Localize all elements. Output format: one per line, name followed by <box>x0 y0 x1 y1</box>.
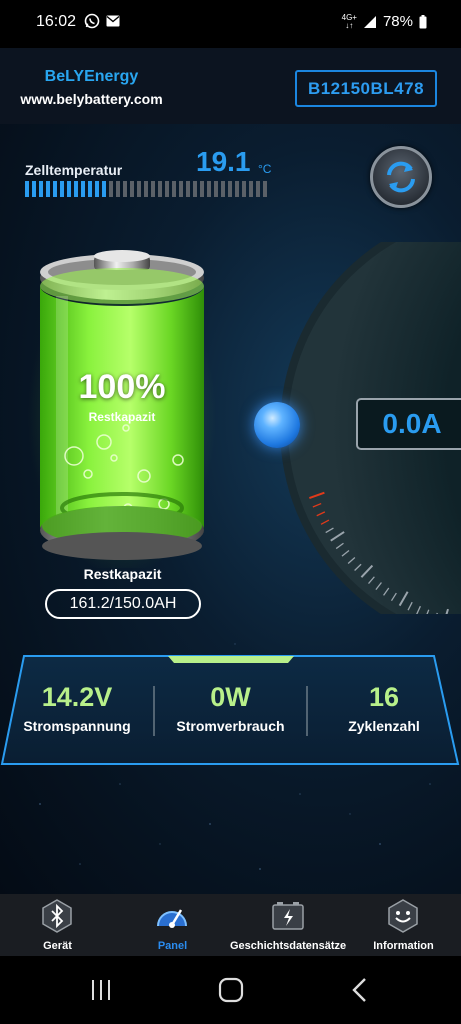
temperature-unit: °C <box>258 162 272 176</box>
temperature-bar-segment <box>67 181 71 197</box>
refresh-button[interactable] <box>370 146 432 208</box>
brand-url[interactable]: www.belybattery.com <box>0 91 183 107</box>
tab-device-label: Gerät <box>43 940 72 952</box>
battery-inner-label: Restkapazit <box>88 410 156 424</box>
temperature-bar-segment <box>256 181 260 197</box>
speedometer-icon <box>157 909 187 928</box>
brand-name: BeLYEnergy <box>44 68 139 85</box>
tab-history[interactable]: Geschichtsdatensätze <box>230 894 346 956</box>
temperature-bar-segment <box>144 181 148 197</box>
tab-device[interactable]: Gerät <box>0 894 115 956</box>
temperature-bar-segment <box>207 181 211 197</box>
cycles-value: 16 <box>368 682 400 712</box>
tab-panel[interactable]: Panel <box>115 894 230 956</box>
temperature-bar-segment <box>25 181 29 197</box>
system-navigation-bar <box>0 956 461 1024</box>
network-indicator: 4G+ ↓↑ <box>342 13 357 30</box>
remaining-capacity-title: Restkapazit <box>83 566 162 582</box>
temperature-bar-segment <box>32 181 36 197</box>
temperature-bar-segment <box>95 181 99 197</box>
device-id-button[interactable]: B12150BL478 <box>295 70 437 107</box>
temperature-bar-segment <box>109 181 113 197</box>
smiley-icon <box>388 899 418 933</box>
gauge-knob <box>254 402 300 448</box>
voltage-label: Stromspannung <box>23 718 131 734</box>
temperature-bar-segment <box>116 181 120 197</box>
power-label: Stromverbrauch <box>176 718 285 734</box>
app-header: BeLYEnergy www.belybattery.com B12150BL4… <box>0 48 461 124</box>
signal-icon <box>363 15 376 28</box>
battery-percent-display: 100% <box>78 368 166 406</box>
status-bar: 16:02 4G+ ↓↑ 78% <box>0 0 461 48</box>
temperature-bar-segment <box>102 181 106 197</box>
stat-cycles: 16 Zyklenzahl <box>307 652 461 766</box>
temperature-bar-segment <box>130 181 134 197</box>
temperature-bar-segment <box>172 181 176 197</box>
temperature-bar-segment <box>221 181 225 197</box>
temperature-bar <box>25 181 267 197</box>
tab-information-label: Information <box>373 940 434 952</box>
tab-information[interactable]: Information <box>346 894 461 956</box>
data-arrows-icon: ↓↑ <box>345 20 354 30</box>
power-value: 0W <box>210 682 251 712</box>
remaining-capacity-value: 161.2/150.0AH <box>45 589 201 619</box>
temperature-bar-segment <box>249 181 253 197</box>
recent-apps-icon[interactable] <box>89 978 113 1002</box>
whatsapp-icon <box>84 13 100 29</box>
cycles-label: Zyklenzahl <box>348 718 420 734</box>
stats-panel: 14.2V Stromspannung 0W Stromverbrauch 16… <box>0 652 461 766</box>
temperature-bar-segment <box>165 181 169 197</box>
temperature-bar-segment <box>137 181 141 197</box>
temperature-bar-segment <box>242 181 246 197</box>
temperature-bar-segment <box>200 181 204 197</box>
temperature-bar-segment <box>263 181 267 197</box>
bottom-tab-bar: Gerät Panel Geschichtsdatensätze Informa… <box>0 894 461 956</box>
temperature-bar-segment <box>193 181 197 197</box>
tab-history-label: Geschichtsdatensätze <box>230 940 347 952</box>
temperature-bar-segment <box>151 181 155 197</box>
temperature-bar-segment <box>179 181 183 197</box>
history-battery-icon <box>272 902 304 930</box>
tab-panel-label: Panel <box>157 940 188 952</box>
temperature-bar-segment <box>39 181 43 197</box>
temperature-bar-segment <box>88 181 92 197</box>
temperature-bar-segment <box>123 181 127 197</box>
temperature-bar-segment <box>186 181 190 197</box>
dashboard-panel: Zelltemperatur 19.1 °C 100% Restkapazit … <box>0 124 461 894</box>
temperature-bar-segment <box>235 181 239 197</box>
mail-icon <box>106 15 120 27</box>
temperature-value: 19.1 <box>196 146 251 177</box>
temperature-bar-segment <box>228 181 232 197</box>
battery-graphic <box>28 250 216 568</box>
stat-power: 0W Stromverbrauch <box>154 652 307 766</box>
status-time: 16:02 <box>36 13 77 30</box>
temperature-bar-segment <box>60 181 64 197</box>
temperature-bar-segment <box>214 181 218 197</box>
temperature-bar-segment <box>53 181 57 197</box>
home-icon[interactable] <box>218 977 244 1003</box>
current-display: 0.0A <box>356 398 461 450</box>
stat-voltage: 14.2V Stromspannung <box>0 652 154 766</box>
temperature-bar-segment <box>158 181 162 197</box>
temperature-label: Zelltemperatur <box>25 162 123 178</box>
battery-percent: 78% <box>382 13 413 30</box>
battery-status-icon <box>419 14 427 28</box>
temperature-bar-segment <box>81 181 85 197</box>
temperature-bar-segment <box>46 181 50 197</box>
refresh-icon <box>387 161 415 193</box>
voltage-value: 14.2V <box>41 682 113 712</box>
back-icon[interactable] <box>350 977 370 1003</box>
bluetooth-icon <box>42 899 72 933</box>
notification-icons <box>84 13 120 29</box>
temperature-bar-segment <box>74 181 78 197</box>
system-status: 4G+ ↓↑ 78% <box>342 13 427 30</box>
